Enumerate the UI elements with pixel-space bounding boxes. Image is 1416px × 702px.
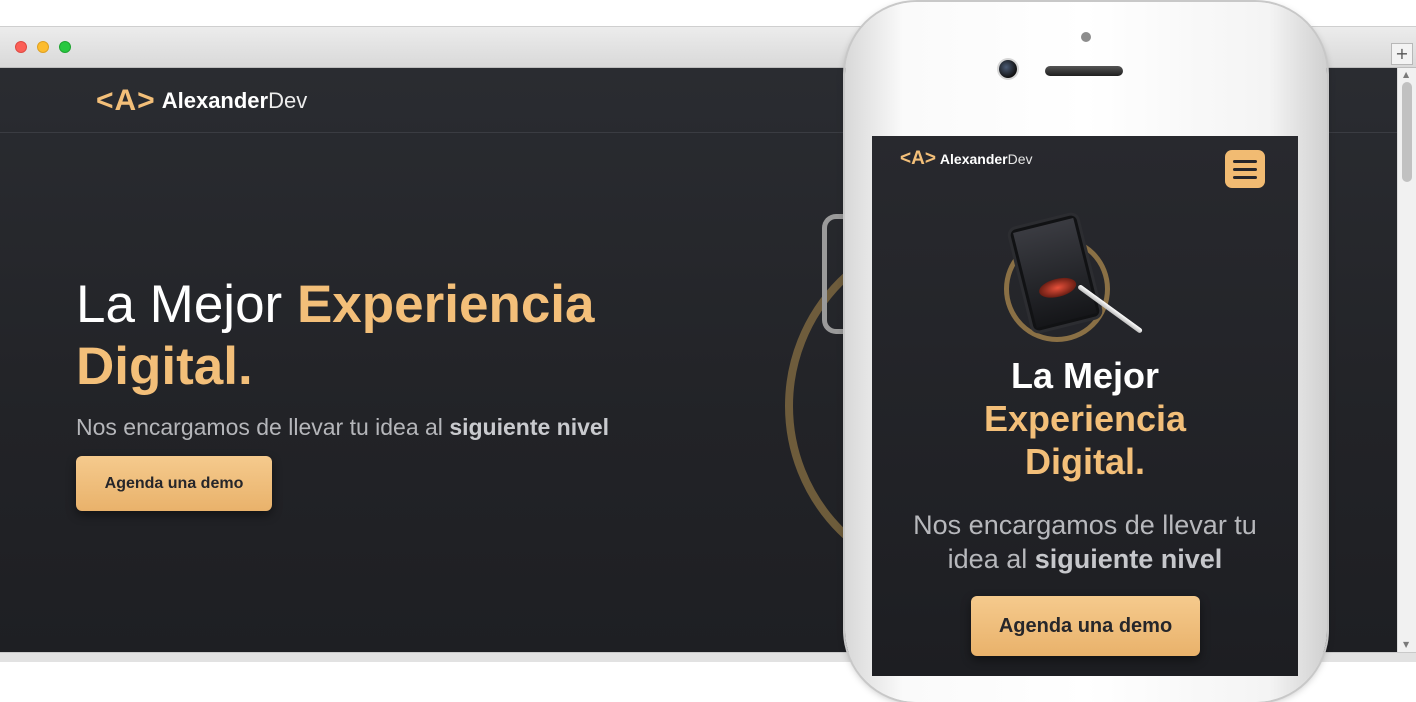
mobile-site-logo[interactable]: <A> Alexander Dev xyxy=(900,148,1033,170)
logo-mark-icon: <A> xyxy=(96,84,156,117)
mobile-hero-title-accent-2: Digital. xyxy=(1024,441,1145,482)
mobile-hero-title: La Mejor Experiencia Digital. xyxy=(872,354,1298,483)
site-logo[interactable]: <A> Alexander Dev xyxy=(96,84,307,118)
phone-mockup: <A> Alexander Dev La Mejor Experiencia D… xyxy=(845,2,1327,702)
proximity-sensor-icon xyxy=(1081,32,1091,42)
hamburger-icon-line xyxy=(1233,176,1257,179)
hero-title-plain: La Mejor xyxy=(76,275,297,334)
hero-title: La Mejor Experiencia Digital. xyxy=(76,274,716,398)
vertical-scrollbar[interactable]: ▲ ▼ xyxy=(1397,68,1416,652)
mobile-hero-title-accent-1: Experiencia xyxy=(983,398,1187,439)
scroll-up-arrow-icon[interactable]: ▲ xyxy=(1403,70,1409,80)
hamburger-icon-line xyxy=(1233,168,1257,171)
hero-subtitle: Nos encargamos de llevar tu idea al sigu… xyxy=(76,414,609,441)
logo-brand-text: Alexander xyxy=(161,88,269,113)
minimize-window-button[interactable] xyxy=(37,41,49,53)
phone-screen: <A> Alexander Dev La Mejor Experiencia D… xyxy=(872,136,1298,676)
schedule-demo-button[interactable]: Agenda una demo xyxy=(76,456,272,511)
new-tab-button[interactable]: + xyxy=(1391,43,1413,65)
hero-decorative-pen xyxy=(822,214,844,334)
mobile-hero-title-plain: La Mejor xyxy=(1010,355,1160,396)
close-window-button[interactable] xyxy=(15,41,27,53)
front-camera-icon xyxy=(999,60,1017,78)
mobile-schedule-demo-button[interactable]: Agenda una demo xyxy=(971,596,1200,656)
hamburger-menu-button[interactable] xyxy=(1225,150,1265,188)
logo-brand-suffix: Dev xyxy=(268,88,308,113)
mobile-hero-subtitle: Nos encargamos de llevar tu idea al sigu… xyxy=(892,508,1278,576)
hamburger-icon xyxy=(1233,160,1257,163)
hero-subtitle-plain: Nos encargamos de llevar tu idea al xyxy=(76,414,450,440)
scroll-down-arrow-icon[interactable]: ▼ xyxy=(1403,640,1409,650)
maximize-window-button[interactable] xyxy=(59,41,71,53)
tablet-illustration xyxy=(1000,210,1144,342)
mobile-logo-brand-suffix: Dev xyxy=(1007,151,1033,167)
hero-subtitle-bold: siguiente nivel xyxy=(449,414,610,440)
scrollbar-thumb[interactable] xyxy=(1402,82,1412,182)
mobile-logo-mark-icon: <A> xyxy=(900,148,936,169)
mobile-hero-subtitle-bold: siguiente nivel xyxy=(1034,544,1223,574)
mobile-logo-brand-text: Alexander xyxy=(939,151,1008,167)
speaker-grille-icon xyxy=(1045,66,1123,76)
